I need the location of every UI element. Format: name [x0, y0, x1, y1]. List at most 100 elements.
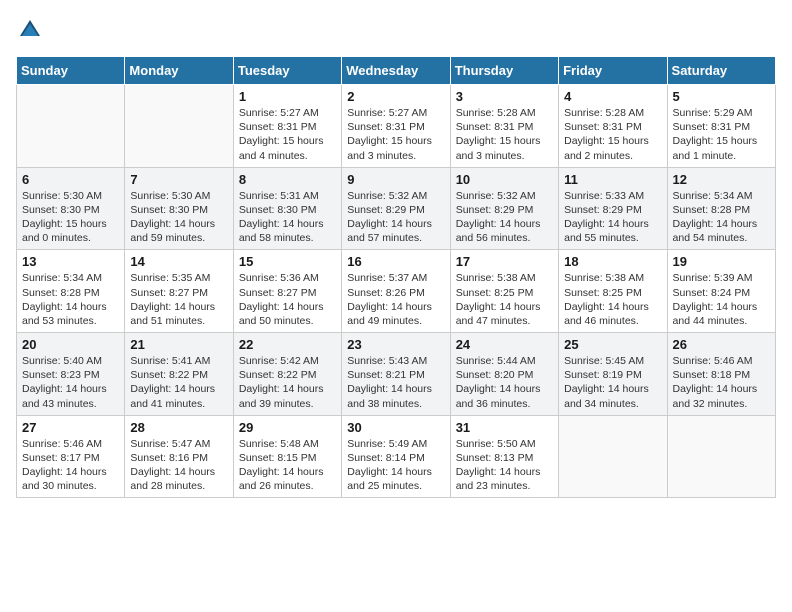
day-info: Sunrise: 5:36 AM Sunset: 8:27 PM Dayligh… — [239, 271, 336, 328]
calendar-header-wednesday: Wednesday — [342, 57, 450, 85]
day-info: Sunrise: 5:28 AM Sunset: 8:31 PM Dayligh… — [456, 106, 553, 163]
day-info: Sunrise: 5:42 AM Sunset: 8:22 PM Dayligh… — [239, 354, 336, 411]
calendar-cell: 27Sunrise: 5:46 AM Sunset: 8:17 PM Dayli… — [17, 415, 125, 498]
day-info: Sunrise: 5:30 AM Sunset: 8:30 PM Dayligh… — [22, 189, 119, 246]
calendar-week-row: 13 Sunrise: 5:34 AM Sunset: 8:28 PM Dayli… — [17, 250, 776, 333]
day-number: 18 — [564, 254, 661, 269]
calendar-header-saturday: Saturday — [667, 57, 775, 85]
logo-icon — [16, 16, 44, 44]
calendar-cell: 14Sunrise: 5:35 AM Sunset: 8:27 PM Dayli… — [125, 250, 233, 333]
day-info: Sunrise: 5:41 AM Sunset: 8:22 PM Dayligh… — [130, 354, 227, 411]
day-number: 9 — [347, 172, 444, 187]
day-number: 22 — [239, 337, 336, 352]
day-info: Sunrise: 5:34 AM Sunset: 8:28 PM Dayligh… — [673, 189, 770, 246]
calendar-cell — [125, 85, 233, 168]
calendar-week-row: 1 Sunrise: 5:27 AM Sunset: 8:31 PM Daylig… — [17, 85, 776, 168]
day-info: Sunrise: 5:32 AM Sunset: 8:29 PM Dayligh… — [456, 189, 553, 246]
calendar-cell: 20Sunrise: 5:40 AM Sunset: 8:23 PM Dayli… — [17, 333, 125, 416]
calendar-cell: 21 Sunrise: 5:41 AM Sunset: 8:22 PM Dayli… — [125, 333, 233, 416]
day-info: Sunrise: 5:48 AM Sunset: 8:15 PM Dayligh… — [239, 437, 336, 494]
calendar-cell — [667, 415, 775, 498]
calendar-table: SundayMondayTuesdayWednesdayThursdayFrid… — [16, 56, 776, 498]
calendar-cell: 10 Sunrise: 5:32 AM Sunset: 8:29 PM Dayli… — [450, 167, 558, 250]
day-number: 28 — [130, 420, 227, 435]
calendar-cell: 29Sunrise: 5:48 AM Sunset: 8:15 PM Dayli… — [233, 415, 341, 498]
day-number: 30 — [347, 420, 444, 435]
day-number: 10 — [456, 172, 553, 187]
calendar-cell: 5 Sunrise: 5:29 AM Sunset: 8:31 PM Daylig… — [667, 85, 775, 168]
day-number: 31 — [456, 420, 553, 435]
day-number: 4 — [564, 89, 661, 104]
day-info: Sunrise: 5:31 AM Sunset: 8:30 PM Dayligh… — [239, 189, 336, 246]
day-info: Sunrise: 5:32 AM Sunset: 8:29 PM Dayligh… — [347, 189, 444, 246]
day-number: 19 — [673, 254, 770, 269]
calendar-header-friday: Friday — [559, 57, 667, 85]
calendar-cell: 7 Sunrise: 5:30 AM Sunset: 8:30 PM Daylig… — [125, 167, 233, 250]
day-number: 3 — [456, 89, 553, 104]
day-number: 11 — [564, 172, 661, 187]
day-number: 8 — [239, 172, 336, 187]
day-number: 16 — [347, 254, 444, 269]
day-info: Sunrise: 5:46 AM Sunset: 8:18 PM Dayligh… — [673, 354, 770, 411]
page-header — [16, 16, 776, 44]
day-info: Sunrise: 5:33 AM Sunset: 8:29 PM Dayligh… — [564, 189, 661, 246]
calendar-header-row: SundayMondayTuesdayWednesdayThursdayFrid… — [17, 57, 776, 85]
day-number: 14 — [130, 254, 227, 269]
day-number: 2 — [347, 89, 444, 104]
calendar-cell: 28 Sunrise: 5:47 AM Sunset: 8:16 PM Dayli… — [125, 415, 233, 498]
day-number: 26 — [673, 337, 770, 352]
calendar-cell: 24 Sunrise: 5:44 AM Sunset: 8:20 PM Dayli… — [450, 333, 558, 416]
calendar-cell: 19Sunrise: 5:39 AM Sunset: 8:24 PM Dayli… — [667, 250, 775, 333]
day-number: 6 — [22, 172, 119, 187]
day-number: 1 — [239, 89, 336, 104]
day-number: 5 — [673, 89, 770, 104]
day-info: Sunrise: 5:46 AM Sunset: 8:17 PM Dayligh… — [22, 437, 119, 494]
calendar-cell: 1Sunrise: 5:27 AM Sunset: 8:31 PM Daylig… — [233, 85, 341, 168]
day-info: Sunrise: 5:47 AM Sunset: 8:16 PM Dayligh… — [130, 437, 227, 494]
calendar-header-tuesday: Tuesday — [233, 57, 341, 85]
day-number: 13 — [22, 254, 119, 269]
day-info: Sunrise: 5:30 AM Sunset: 8:30 PM Dayligh… — [130, 189, 227, 246]
day-number: 17 — [456, 254, 553, 269]
calendar-cell: 22 Sunrise: 5:42 AM Sunset: 8:22 PM Dayli… — [233, 333, 341, 416]
calendar-cell: 16 Sunrise: 5:37 AM Sunset: 8:26 PM Dayli… — [342, 250, 450, 333]
calendar-cell: 18Sunrise: 5:38 AM Sunset: 8:25 PM Dayli… — [559, 250, 667, 333]
logo — [16, 16, 48, 44]
day-info: Sunrise: 5:40 AM Sunset: 8:23 PM Dayligh… — [22, 354, 119, 411]
calendar-header-monday: Monday — [125, 57, 233, 85]
calendar-cell: 9 Sunrise: 5:32 AM Sunset: 8:29 PM Daylig… — [342, 167, 450, 250]
day-info: Sunrise: 5:38 AM Sunset: 8:25 PM Dayligh… — [456, 271, 553, 328]
day-info: Sunrise: 5:34 AM Sunset: 8:28 PM Dayligh… — [22, 271, 119, 328]
calendar-cell: 4 Sunrise: 5:28 AM Sunset: 8:31 PM Daylig… — [559, 85, 667, 168]
day-info: Sunrise: 5:28 AM Sunset: 8:31 PM Dayligh… — [564, 106, 661, 163]
day-number: 23 — [347, 337, 444, 352]
day-info: Sunrise: 5:27 AM Sunset: 8:31 PM Dayligh… — [347, 106, 444, 163]
day-number: 21 — [130, 337, 227, 352]
day-number: 12 — [673, 172, 770, 187]
calendar-cell: 15 Sunrise: 5:36 AM Sunset: 8:27 PM Dayli… — [233, 250, 341, 333]
calendar-cell: 23 Sunrise: 5:43 AM Sunset: 8:21 PM Dayli… — [342, 333, 450, 416]
calendar-cell: 11 Sunrise: 5:33 AM Sunset: 8:29 PM Dayli… — [559, 167, 667, 250]
day-number: 15 — [239, 254, 336, 269]
calendar-cell — [559, 415, 667, 498]
calendar-week-row: 27Sunrise: 5:46 AM Sunset: 8:17 PM Dayli… — [17, 415, 776, 498]
day-info: Sunrise: 5:29 AM Sunset: 8:31 PM Dayligh… — [673, 106, 770, 163]
calendar-cell: 3 Sunrise: 5:28 AM Sunset: 8:31 PM Daylig… — [450, 85, 558, 168]
calendar-cell: 25Sunrise: 5:45 AM Sunset: 8:19 PM Dayli… — [559, 333, 667, 416]
day-info: Sunrise: 5:37 AM Sunset: 8:26 PM Dayligh… — [347, 271, 444, 328]
day-number: 7 — [130, 172, 227, 187]
calendar-cell: 12 Sunrise: 5:34 AM Sunset: 8:28 PM Dayli… — [667, 167, 775, 250]
calendar-cell: 8 Sunrise: 5:31 AM Sunset: 8:30 PM Daylig… — [233, 167, 341, 250]
day-info: Sunrise: 5:50 AM Sunset: 8:13 PM Dayligh… — [456, 437, 553, 494]
day-info: Sunrise: 5:44 AM Sunset: 8:20 PM Dayligh… — [456, 354, 553, 411]
calendar-cell: 30Sunrise: 5:49 AM Sunset: 8:14 PM Dayli… — [342, 415, 450, 498]
day-number: 24 — [456, 337, 553, 352]
day-info: Sunrise: 5:45 AM Sunset: 8:19 PM Dayligh… — [564, 354, 661, 411]
calendar-week-row: 20Sunrise: 5:40 AM Sunset: 8:23 PM Dayli… — [17, 333, 776, 416]
calendar-cell: 26 Sunrise: 5:46 AM Sunset: 8:18 PM Dayli… — [667, 333, 775, 416]
calendar-cell: 17 Sunrise: 5:38 AM Sunset: 8:25 PM Dayli… — [450, 250, 558, 333]
calendar-header-sunday: Sunday — [17, 57, 125, 85]
calendar-week-row: 6 Sunrise: 5:30 AM Sunset: 8:30 PM Daylig… — [17, 167, 776, 250]
day-info: Sunrise: 5:43 AM Sunset: 8:21 PM Dayligh… — [347, 354, 444, 411]
calendar-header-thursday: Thursday — [450, 57, 558, 85]
